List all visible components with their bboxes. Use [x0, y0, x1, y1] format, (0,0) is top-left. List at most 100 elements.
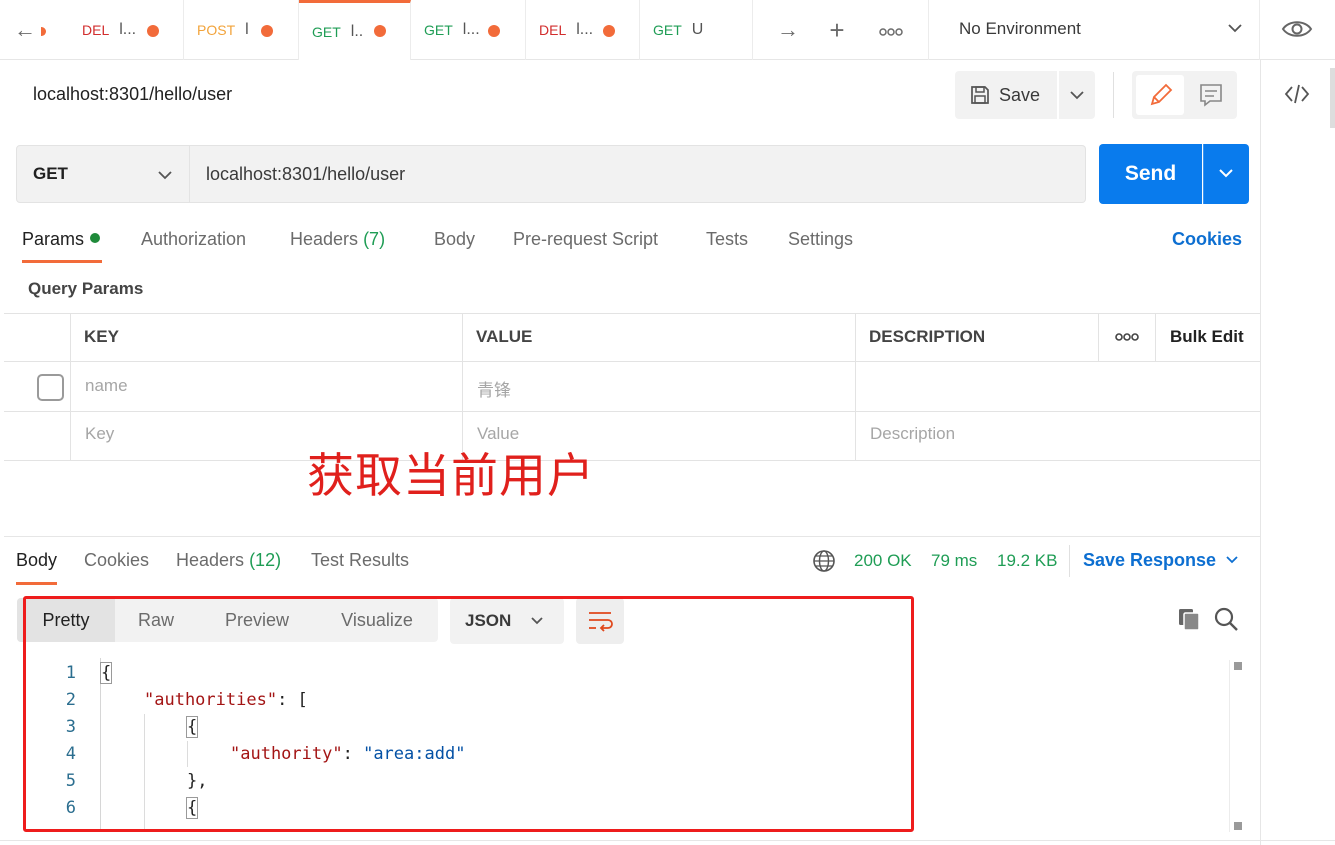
query-params-title: Query Params: [28, 279, 144, 298]
param-enable-checkbox[interactable]: [37, 374, 64, 401]
right-sidebar: [1260, 60, 1335, 845]
save-response-button[interactable]: Save Response: [1083, 550, 1240, 571]
divider: [0, 840, 1335, 841]
tab-headers[interactable]: Headers (7): [290, 229, 385, 263]
window-scroll-edge: [1330, 68, 1335, 128]
wrap-lines-button[interactable]: [576, 598, 624, 644]
scroll-tabs-right-icon[interactable]: →: [770, 14, 806, 46]
code-token: {: [185, 797, 199, 819]
scroll-tabs-left-icon[interactable]: ←: [8, 14, 46, 46]
json-key: "authority": [230, 744, 343, 764]
view-preview[interactable]: Preview: [207, 598, 307, 642]
save-disk-icon: [971, 86, 989, 104]
param-value-cell[interactable]: 青锋: [477, 376, 511, 401]
search-icon[interactable]: [1213, 606, 1239, 632]
request-tab-3[interactable]: GET l..: [299, 0, 411, 60]
tab-prerequest-script[interactable]: Pre-request Script: [513, 229, 658, 263]
code-token: :: [342, 744, 364, 764]
response-size[interactable]: 19.2 KB: [997, 551, 1058, 571]
tab-title: U: [691, 21, 704, 38]
request-tab-1[interactable]: DEL l...: [69, 0, 184, 60]
tab-params[interactable]: Params: [22, 229, 103, 263]
query-params-table: KEY VALUE DESCRIPTION Bulk Edit name 青锋 …: [4, 313, 1260, 462]
headers-count: (7): [363, 229, 386, 249]
cookies-link[interactable]: Cookies: [1172, 229, 1242, 250]
globe-icon[interactable]: [812, 549, 836, 573]
chevron-down-icon: [1228, 24, 1242, 33]
json-key: "authorities": [144, 690, 278, 710]
unsaved-dot-icon: [147, 25, 159, 37]
response-tab-headers[interactable]: Headers (12): [176, 550, 281, 571]
code-line-3: {: [185, 716, 199, 738]
response-tab-cookies[interactable]: Cookies: [84, 550, 149, 571]
request-title[interactable]: localhost:8301/hello/user: [33, 84, 232, 105]
param-key-cell[interactable]: name: [85, 376, 128, 396]
more-tabs-icon[interactable]: [873, 14, 909, 46]
pencil-icon: [1150, 83, 1173, 106]
column-header-key: KEY: [84, 327, 119, 346]
unsaved-dot-icon: [488, 25, 500, 37]
edit-mode-button[interactable]: [1136, 75, 1184, 115]
divider: [1113, 72, 1114, 118]
response-tab-body[interactable]: Body: [16, 550, 58, 585]
request-tab-6[interactable]: GET U: [640, 0, 753, 60]
save-button[interactable]: Save: [955, 71, 1057, 119]
scroll-down-icon[interactable]: [1234, 822, 1242, 830]
tab-label: Headers: [176, 550, 245, 570]
send-options-button[interactable]: [1203, 144, 1249, 204]
line-number: 2: [65, 690, 76, 710]
tab-method: GET: [424, 22, 453, 38]
copy-icon[interactable]: [1176, 606, 1202, 632]
response-time[interactable]: 79 ms: [931, 551, 977, 571]
request-tab-2[interactable]: POST l: [184, 0, 299, 60]
view-pretty[interactable]: Pretty: [17, 598, 115, 642]
save-options-button[interactable]: [1059, 71, 1095, 119]
tab-authorization[interactable]: Authorization: [141, 229, 246, 263]
save-response-label: Save Response: [1083, 550, 1217, 570]
tab-method: GET: [312, 23, 341, 40]
mode-toggle: [1132, 71, 1237, 119]
tab-title: l...: [576, 21, 594, 38]
response-body-editor[interactable]: 1 2 3 4 5 6 { "authorities": [ { "author…: [24, 658, 912, 830]
more-options-icon[interactable]: [1114, 330, 1140, 344]
eye-icon[interactable]: [1280, 16, 1314, 42]
code-token: : [: [277, 690, 308, 710]
code-line-5: },: [187, 771, 207, 791]
send-button[interactable]: Send: [1099, 144, 1202, 204]
environment-selector[interactable]: No Environment: [928, 0, 1260, 60]
comments-button[interactable]: [1188, 75, 1234, 115]
bulk-edit-button[interactable]: Bulk Edit: [1170, 327, 1244, 347]
status-code[interactable]: 200 OK: [854, 551, 912, 571]
new-tab-plus-icon[interactable]: +: [819, 14, 855, 46]
code-snippet-icon[interactable]: [1280, 82, 1314, 110]
format-label: JSON: [465, 611, 512, 630]
tab-tests[interactable]: Tests: [706, 229, 748, 263]
line-number: 5: [65, 771, 76, 791]
response-view-selector: Pretty Raw Preview Visualize: [17, 598, 438, 642]
tab-settings[interactable]: Settings: [788, 229, 853, 263]
view-raw[interactable]: Raw: [115, 598, 197, 642]
request-tab-5[interactable]: DEL l...: [526, 0, 640, 60]
code-line-6: {: [185, 797, 199, 819]
chevron-down-icon: [531, 617, 543, 625]
view-visualize[interactable]: Visualize: [322, 598, 432, 642]
format-selector[interactable]: JSON: [450, 598, 564, 644]
new-param-key-input[interactable]: Key: [85, 424, 114, 444]
tab-method: DEL: [539, 22, 567, 38]
code-token: },: [187, 771, 208, 791]
tab-label: Params: [22, 229, 85, 249]
editor-scrollbar[interactable]: [1229, 660, 1243, 832]
json-string: "area:add": [363, 744, 466, 764]
new-param-description-input[interactable]: Description: [870, 424, 955, 444]
tab-label: Headers: [290, 229, 359, 249]
chevron-down-icon: [1226, 556, 1238, 564]
scroll-up-icon[interactable]: [1234, 662, 1242, 670]
tab-method: POST: [197, 22, 236, 38]
method-selector[interactable]: GET: [16, 145, 190, 203]
params-indicator-dot: [90, 233, 101, 243]
request-tab-4[interactable]: GET l...: [411, 0, 526, 60]
tab-body[interactable]: Body: [434, 229, 475, 263]
url-input[interactable]: localhost:8301/hello/user: [190, 145, 1086, 203]
line-number: 3: [65, 717, 76, 737]
response-tab-test-results[interactable]: Test Results: [311, 550, 409, 571]
